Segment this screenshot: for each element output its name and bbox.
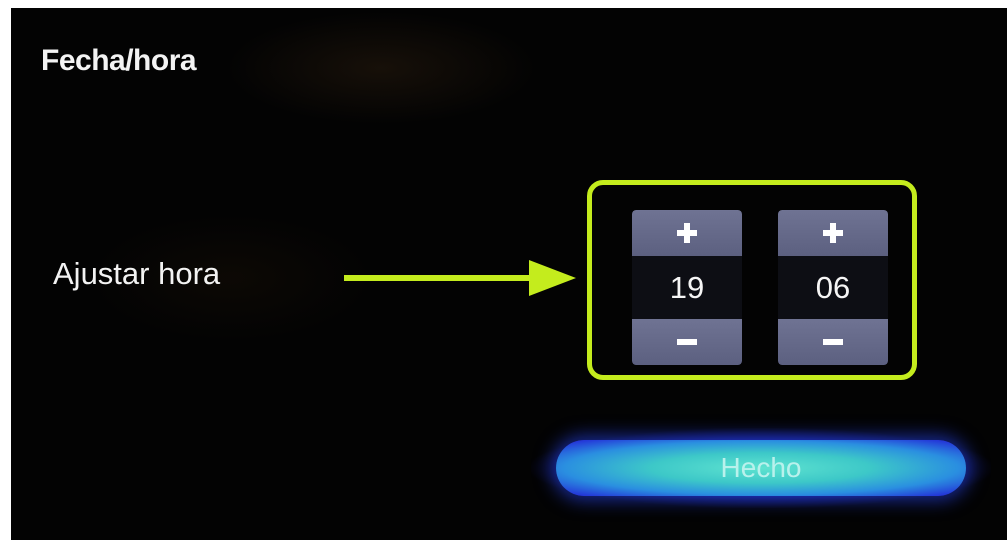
hour-decrement-button[interactable] [632, 319, 742, 365]
hour-spinner: 19 [632, 210, 742, 365]
adjust-time-label: Ajustar hora [53, 256, 221, 291]
minute-increment-button[interactable] [778, 210, 888, 256]
hour-increment-button[interactable] [632, 210, 742, 256]
plus-icon [823, 223, 843, 243]
hour-value[interactable]: 19 [632, 256, 742, 319]
minute-spinner: 06 [778, 210, 888, 365]
page-title: Fecha/hora [41, 44, 197, 77]
time-picker: 19 06 [587, 180, 917, 380]
minute-value[interactable]: 06 [778, 256, 888, 319]
minute-decrement-button[interactable] [778, 319, 888, 365]
plus-icon [677, 223, 697, 243]
done-button[interactable]: Hecho [556, 440, 966, 496]
arrow-right-icon [344, 260, 576, 296]
tv-settings-screen: Fecha/hora Ajustar hora 19 06 Hecho [11, 8, 1007, 540]
minus-icon [823, 339, 843, 345]
minus-icon [677, 339, 697, 345]
